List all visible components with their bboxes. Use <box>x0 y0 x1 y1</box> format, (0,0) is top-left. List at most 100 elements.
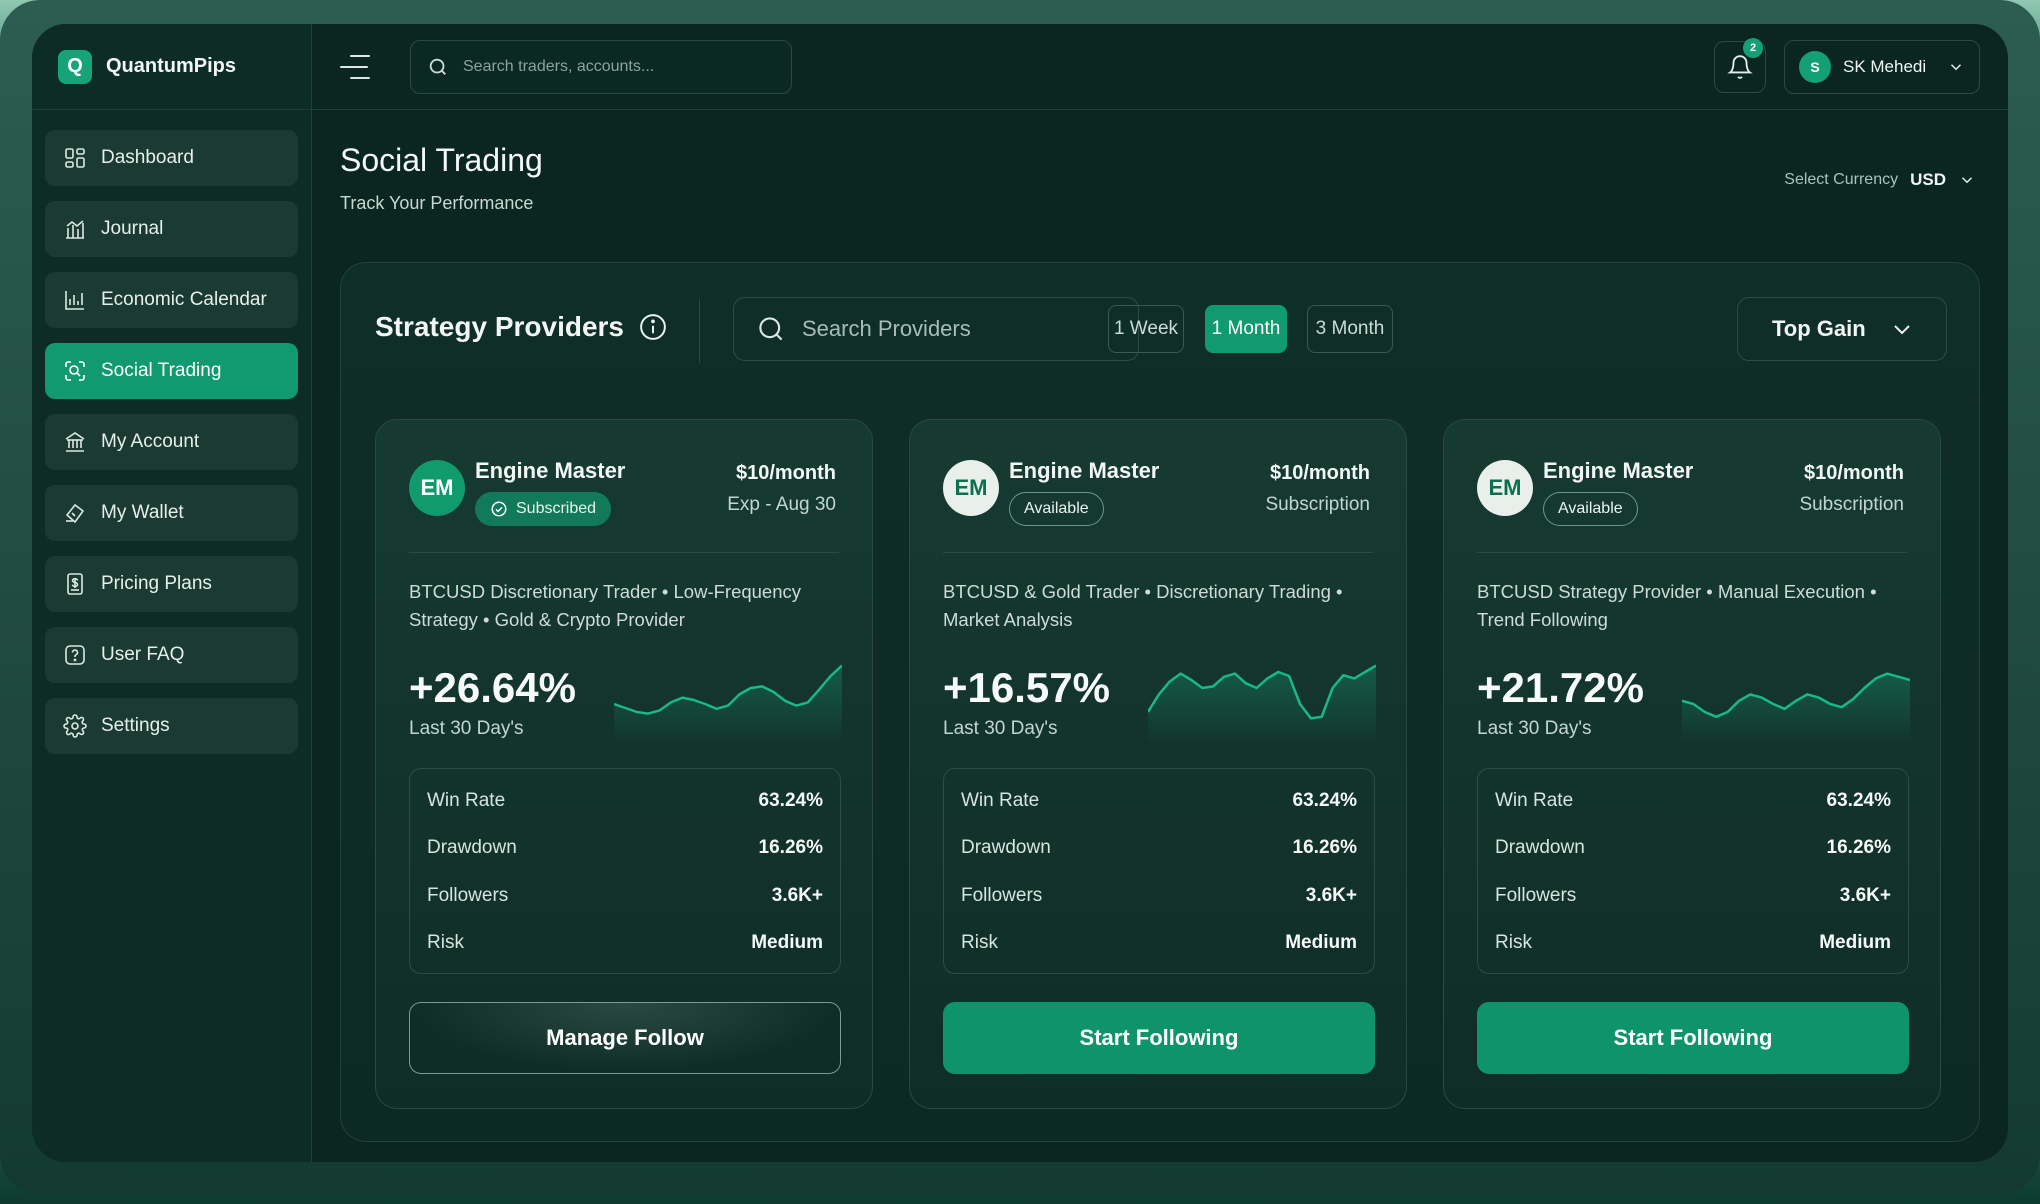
gain-value: +26.64% <box>409 664 576 711</box>
stat-row-risk: Risk Medium <box>427 920 823 968</box>
stat-value: Medium <box>1285 932 1357 954</box>
stat-value: 63.24% <box>1292 789 1357 811</box>
stat-label: Win Rate <box>1495 789 1574 811</box>
sidebar-item-label: Pricing Plans <box>101 573 212 594</box>
price: $10/month <box>1269 462 1370 484</box>
avatar: S <box>1799 51 1831 83</box>
stat-row-win-rate: Win Rate 63.24% <box>1495 777 1891 825</box>
sidebar-item-social-trading[interactable]: Social Trading <box>45 343 298 399</box>
brand-name: QuantumPips <box>106 55 237 77</box>
provider-description: BTCUSD & Gold Trader • Discretionary Tra… <box>943 581 1343 630</box>
stat-row-followers: Followers 3.6K+ <box>1495 872 1891 920</box>
stat-row-win-rate: Win Rate 63.24% <box>961 777 1357 825</box>
social-search-icon <box>65 361 85 381</box>
notifications-button[interactable]: 2 <box>1714 38 1766 93</box>
brand[interactable]: Q QuantumPips <box>32 24 311 110</box>
start-following-button[interactable]: Start Following <box>1477 1002 1909 1074</box>
provider-name: Engine Master <box>1543 458 1694 483</box>
user-name: SK Mehedi <box>1843 57 1927 76</box>
notification-badge: 2 <box>1743 38 1763 58</box>
price: $10/month <box>1803 462 1904 484</box>
sidebar-item-my-account[interactable]: My Account <box>45 414 298 470</box>
provider-avatar: EM <box>1477 460 1533 516</box>
price-subtext: Subscription <box>1265 494 1370 515</box>
gain-value: +16.57% <box>943 664 1110 711</box>
stat-value: Medium <box>1819 932 1891 954</box>
stat-label: Drawdown <box>961 837 1051 859</box>
sidebar-item-user-faq[interactable]: User FAQ <box>45 627 298 683</box>
status-badge: Available <box>1009 492 1104 526</box>
sidebar-item-economic-calendar[interactable]: Economic Calendar <box>45 272 298 328</box>
help-icon <box>65 645 85 665</box>
global-search[interactable] <box>410 39 792 94</box>
bank-icon <box>65 432 85 452</box>
stat-label: Drawdown <box>1495 837 1585 859</box>
period-3-month-button[interactable]: 3 Month <box>1307 305 1393 353</box>
stat-row-followers: Followers 3.6K+ <box>961 872 1357 920</box>
search-icon <box>759 317 783 341</box>
panel-header: Strategy Providers 1 Week 1 Month 3 Mont… <box>341 263 1979 395</box>
stat-value: 16.26% <box>1292 837 1357 859</box>
provider-search-input[interactable] <box>802 316 1122 342</box>
period-1-month-button[interactable]: 1 Month <box>1205 305 1287 353</box>
journal-chart-icon <box>66 220 84 239</box>
stat-row-drawdown: Drawdown 16.26% <box>1495 825 1891 873</box>
menu-toggle-icon[interactable] <box>340 54 370 79</box>
global-search-input[interactable] <box>463 57 763 76</box>
gain-value: +21.72% <box>1477 664 1644 711</box>
app-window: Q QuantumPips Dashboard Journal Economic… <box>32 24 2008 1162</box>
sort-select[interactable]: Top Gain <box>1737 297 1947 361</box>
performance-sparkline <box>1682 672 1910 740</box>
bar-chart-icon <box>65 291 84 310</box>
bell-icon <box>1727 55 1753 79</box>
sidebar-item-pricing-plans[interactable]: Pricing Plans <box>45 556 298 612</box>
stat-row-drawdown: Drawdown 16.26% <box>961 825 1357 873</box>
sidebar-item-settings[interactable]: Settings <box>45 698 298 754</box>
stat-label: Risk <box>427 932 464 954</box>
provider-name: Engine Master <box>1009 458 1160 483</box>
period-1-week-button[interactable]: 1 Week <box>1108 305 1184 353</box>
sidebar-item-label: My Account <box>101 431 200 452</box>
sidebar-item-journal[interactable]: Journal <box>45 201 298 257</box>
sidebar-item-label: Social Trading <box>101 360 222 381</box>
stat-row-followers: Followers 3.6K+ <box>427 872 823 920</box>
page-title: Social Trading <box>340 142 543 178</box>
stat-value: Medium <box>751 932 823 954</box>
panel-divider <box>699 299 700 363</box>
stats-table: Win Rate 63.24% Drawdown 16.26% Followers 3… <box>409 768 841 974</box>
price-subtext: Exp - Aug 30 <box>727 494 836 515</box>
status-badge: Available <box>1543 492 1638 526</box>
sidebar-item-label: Economic Calendar <box>101 289 267 310</box>
currency-label: Select Currency <box>1784 171 1899 188</box>
card-divider <box>409 552 839 553</box>
currency-select[interactable]: Select Currency USD <box>1784 170 1976 190</box>
main-content: 2 S SK Mehedi Social Trading Track Your … <box>312 24 2008 1162</box>
currency-value: USD <box>1910 170 1946 189</box>
stat-label: Followers <box>961 884 1043 906</box>
stat-row-risk: Risk Medium <box>961 920 1357 968</box>
stat-label: Win Rate <box>961 789 1040 811</box>
wallet-icon <box>65 503 85 524</box>
card-divider <box>943 552 1373 553</box>
sidebar-item-dashboard[interactable]: Dashboard <box>45 130 298 186</box>
receipt-icon <box>67 573 83 595</box>
stat-value: 63.24% <box>1826 789 1891 811</box>
provider-search[interactable] <box>733 297 1139 361</box>
gear-icon <box>63 714 87 738</box>
sort-label: Top Gain <box>1772 316 1866 341</box>
start-following-button[interactable]: Start Following <box>943 1002 1375 1074</box>
status-label: Available <box>1558 500 1623 517</box>
user-menu[interactable]: S SK Mehedi <box>1784 40 1980 94</box>
provider-card: EM Engine Master Subscribed $10/month Ex… <box>375 419 873 1109</box>
sidebar-item-my-wallet[interactable]: My Wallet <box>45 485 298 541</box>
grid-icon <box>65 148 85 168</box>
stat-value: 3.6K+ <box>771 884 823 906</box>
price: $10/month <box>735 462 836 484</box>
page-header: Social Trading Track Your Performance <box>340 142 543 214</box>
sidebar-item-label: Journal <box>101 218 164 239</box>
stat-value: 16.26% <box>758 837 823 859</box>
info-icon[interactable] <box>638 312 668 342</box>
stat-label: Followers <box>1495 884 1577 906</box>
manage-follow-button[interactable]: Manage Follow <box>409 1002 841 1074</box>
provider-avatar: EM <box>943 460 999 516</box>
